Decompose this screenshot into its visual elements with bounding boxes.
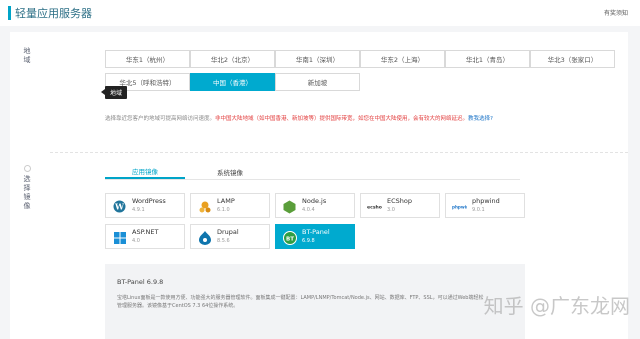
image-name: ASP.NET [132,228,159,236]
image-card-btpanel[interactable]: BT BT-Panel 6.9.8 [275,224,355,249]
image-card-nodejs[interactable]: Node.js 4.0.4 [275,193,355,218]
notice-link[interactable]: 有奖须知 [604,8,628,17]
image-name: phpwind [472,197,500,205]
svg-text:BT: BT [286,236,294,242]
region-hint: 选择靠近您客户的地域可提高网络访问速度。非中国大陆地域（如中国香港、新加坡等）提… [105,114,493,122]
image-name: Node.js [302,197,327,205]
image-version: 6.9.8 [302,238,315,244]
tab-underline [105,179,520,180]
hint-text: 选择靠近您客户的地域可提高网络访问速度。 [105,116,216,122]
nodejs-icon [282,199,297,214]
tab-system-images[interactable]: 系统镜像 [190,165,270,179]
image-version: 3.0 [387,207,395,213]
region-option-singapore[interactable]: 新加坡 [275,73,360,91]
title-accent-bar [8,6,11,20]
image-card-lamp[interactable]: LAMP 6.1.0 [190,193,270,218]
region-option-hangzhou[interactable]: 华东1（杭州） [105,50,190,68]
lamp-icon [197,199,212,214]
image-version: 8.5.6 [217,238,230,244]
btpanel-icon: BT [282,230,297,245]
image-section-label: 选择镜像 [23,175,31,211]
region-option-shenzhen[interactable]: 华南1（深圳） [275,50,360,68]
image-card-wordpress[interactable]: W WordPress 4.9.1 [105,193,185,218]
image-name: LAMP [217,197,235,205]
image-card-aspnet[interactable]: ASP.NET 4.0 [105,224,185,249]
image-version: 4.0 [132,238,140,244]
image-card-phpwind[interactable]: phpwind phpwind 9.0.1 [445,193,525,218]
image-name: WordPress [132,197,166,205]
image-version: 4.0.4 [302,207,315,213]
tab-app-images[interactable]: 应用镜像 [105,165,185,179]
image-name: BT-Panel [302,228,330,236]
windows-icon [112,230,127,245]
region-option-qingdao[interactable]: 华北1（青岛） [445,50,530,68]
page-title: 轻量应用服务器 [15,7,92,20]
region-tooltip: 地域 [100,86,128,99]
description-title: BT-Panel 6.9.8 [117,278,164,286]
region-option-hongkong[interactable]: 中国（香港） [190,73,275,91]
image-version: 6.1.0 [217,207,230,213]
section-dot-icon [24,165,31,172]
page-header: 轻量应用服务器 有奖须知 [0,0,640,26]
region-section-label: 地域 [23,47,31,65]
image-card-drupal[interactable]: Drupal 8.5.6 [190,224,270,249]
image-card-ecshop[interactable]: ecshop ECShop 3.0 [360,193,440,218]
svg-text:phpwind: phpwind [452,204,467,209]
hint-warning: 非中国大陆地域（如中国香港、新加坡等）提供国际带宽，如您在中国大陆使用，会有较大… [215,116,469,122]
description-text: 宝塔Linux面板是一款使用方便、功能强大的服务器管理软件。面板集成一键配置：L… [117,295,484,309]
help-link[interactable]: 教我选择? [468,116,493,122]
region-option-beijing[interactable]: 华北2（北京） [190,50,275,68]
phpwind-icon: phpwind [452,199,467,214]
ecshop-icon: ecshop [367,199,382,214]
image-version: 9.0.1 [472,207,485,213]
svg-text:ecshop: ecshop [367,204,382,210]
section-divider [50,152,628,153]
image-description-box: BT-Panel 6.9.8 宝塔Linux面板是一款使用方便、功能强大的服务器… [105,264,525,339]
image-name: ECShop [387,197,412,205]
svg-text:W: W [114,202,125,212]
wordpress-icon: W [112,199,127,214]
watermark: 知乎 @广东龙网 [483,294,630,318]
region-option-shanghai[interactable]: 华东2（上海） [360,50,445,68]
drupal-icon [197,230,212,245]
image-version: 4.9.1 [132,207,145,213]
region-option-zhangjiakou[interactable]: 华北3（张家口） [530,50,615,68]
image-name: Drupal [217,228,239,236]
